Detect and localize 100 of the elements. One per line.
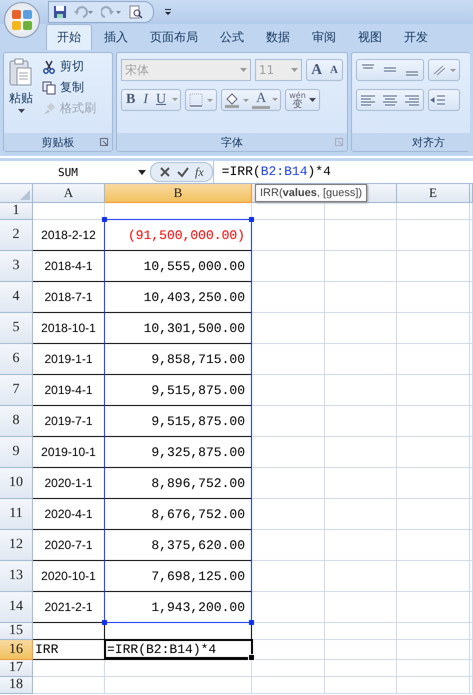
- row-header[interactable]: 11: [0, 499, 33, 530]
- table-cell: 9,858,715.00: [105, 344, 252, 375]
- table-cell: [325, 592, 397, 623]
- clipboard-command[interactable]: 复制: [42, 79, 96, 96]
- cancel-icon[interactable]: [159, 166, 171, 178]
- table-cell: 9,515,875.00: [105, 406, 252, 437]
- ribbon-tab[interactable]: 页面布局: [140, 25, 208, 50]
- ribbon-tab[interactable]: 开发: [394, 25, 438, 50]
- row-header[interactable]: 6: [0, 344, 33, 375]
- table-cell: [325, 220, 397, 251]
- brush-icon: [42, 102, 56, 116]
- table-cell: 2020-4-1: [33, 499, 105, 530]
- row-header[interactable]: 10: [0, 468, 33, 499]
- table-cell: [325, 468, 397, 499]
- office-logo-icon: [9, 7, 35, 33]
- row-header[interactable]: 5: [0, 313, 33, 344]
- row-header[interactable]: 3: [0, 251, 33, 282]
- table-cell: 2018-10-1: [33, 313, 105, 344]
- group-label: 剪贴板: [42, 134, 74, 150]
- table-cell: [325, 375, 397, 406]
- table-cell: 8,676,752.00: [105, 499, 252, 530]
- table-cell: [325, 677, 397, 694]
- row-header[interactable]: 18: [0, 677, 33, 694]
- row-header[interactable]: 8: [0, 406, 33, 437]
- name-box[interactable]: SUM: [0, 162, 150, 182]
- office-button[interactable]: [4, 2, 40, 38]
- row-header[interactable]: 2: [0, 220, 33, 251]
- clipboard-icon: [8, 58, 34, 88]
- table-cell: [325, 344, 397, 375]
- table-cell: 2020-7-1: [33, 530, 105, 561]
- ribbon-tab[interactable]: 数据: [256, 25, 300, 50]
- table-cell: [325, 530, 397, 561]
- table-cell: 9,515,875.00: [105, 375, 252, 406]
- row-header[interactable]: 7: [0, 375, 33, 406]
- table-cell: 7,698,125.00: [105, 561, 252, 592]
- table-cell: [325, 640, 397, 660]
- dialog-launcher-icon[interactable]: [100, 138, 108, 146]
- table-cell: [325, 313, 397, 344]
- group-label: 对齐方: [412, 134, 445, 150]
- print-preview-icon[interactable]: [129, 5, 143, 19]
- ribbon-tab[interactable]: 插入: [94, 25, 138, 50]
- table-cell: [325, 623, 397, 640]
- table-cell: [325, 203, 397, 220]
- table-cell: 10,403,250.00: [105, 282, 252, 313]
- row-header[interactable]: 15: [0, 623, 33, 640]
- caret-icon: [138, 170, 146, 174]
- row-header[interactable]: 16: [0, 640, 33, 660]
- group-label: 字体: [221, 134, 243, 150]
- row-header[interactable]: 17: [0, 660, 33, 677]
- table-cell: 2019-1-1: [33, 344, 105, 375]
- paste-button[interactable]: 粘贴: [6, 56, 36, 130]
- column-header[interactable]: E: [397, 184, 470, 203]
- caret-icon: [18, 109, 24, 113]
- row-header[interactable]: 4: [0, 282, 33, 313]
- caret-icon: [308, 98, 316, 102]
- row-header[interactable]: 9: [0, 437, 33, 468]
- ribbon-tab[interactable]: 审阅: [302, 25, 346, 50]
- ribbon-tab[interactable]: 视图: [348, 25, 392, 50]
- ribbon-tab[interactable]: 公式: [210, 25, 254, 50]
- copy-icon: [42, 80, 56, 94]
- caret-icon: [291, 68, 298, 72]
- table-cell: 2020-1-1: [33, 468, 105, 499]
- table-cell: 10,555,000.00: [105, 251, 252, 282]
- table-cell: [325, 251, 397, 282]
- insert-function-button[interactable]: fx: [195, 164, 204, 180]
- table-cell: [325, 282, 397, 313]
- formula-input[interactable]: =IRR(B2:B14)*4: [212, 161, 331, 183]
- table-cell: [325, 406, 397, 437]
- table-cell: 9,325,875.00: [105, 437, 252, 468]
- ribbon-tab[interactable]: 开始: [46, 24, 92, 50]
- row-header[interactable]: 12: [0, 530, 33, 561]
- table-cell: 2019-4-1: [33, 375, 105, 406]
- table-cell: [325, 437, 397, 468]
- row-header[interactable]: 14: [0, 592, 33, 623]
- row-header[interactable]: 1: [0, 203, 33, 220]
- customize-dropdown-icon[interactable]: [164, 8, 172, 16]
- table-cell: 10,301,500.00: [105, 313, 252, 344]
- column-header[interactable]: A: [33, 184, 105, 203]
- clipboard-command[interactable]: 剪切: [42, 58, 96, 75]
- table-cell: 8,375,620.00: [105, 530, 252, 561]
- table-cell: [325, 499, 397, 530]
- table-cell: [325, 660, 397, 677]
- scissors-icon: [42, 60, 56, 74]
- table-cell: 2020-10-1: [33, 561, 105, 592]
- caret-icon: [240, 68, 247, 72]
- column-header[interactable]: B: [105, 184, 252, 203]
- save-icon[interactable]: [53, 5, 67, 19]
- table-cell: 2019-10-1: [33, 437, 105, 468]
- table-cell: [33, 660, 105, 677]
- table-cell: 2018-4-1: [33, 251, 105, 282]
- table-cell: [33, 677, 105, 694]
- corner-triangle-icon: [20, 190, 30, 200]
- row-header[interactable]: 13: [0, 561, 33, 592]
- table-cell: [325, 561, 397, 592]
- table-cell: 8,896,752.00: [105, 468, 252, 499]
- enter-check-icon[interactable]: [177, 166, 189, 178]
- table-cell: IRR: [33, 640, 105, 660]
- table-cell: 2019-7-1: [33, 406, 105, 437]
- table-cell: 2018-7-1: [33, 282, 105, 313]
- function-tooltip: IRR(values, [guess]): [255, 184, 368, 202]
